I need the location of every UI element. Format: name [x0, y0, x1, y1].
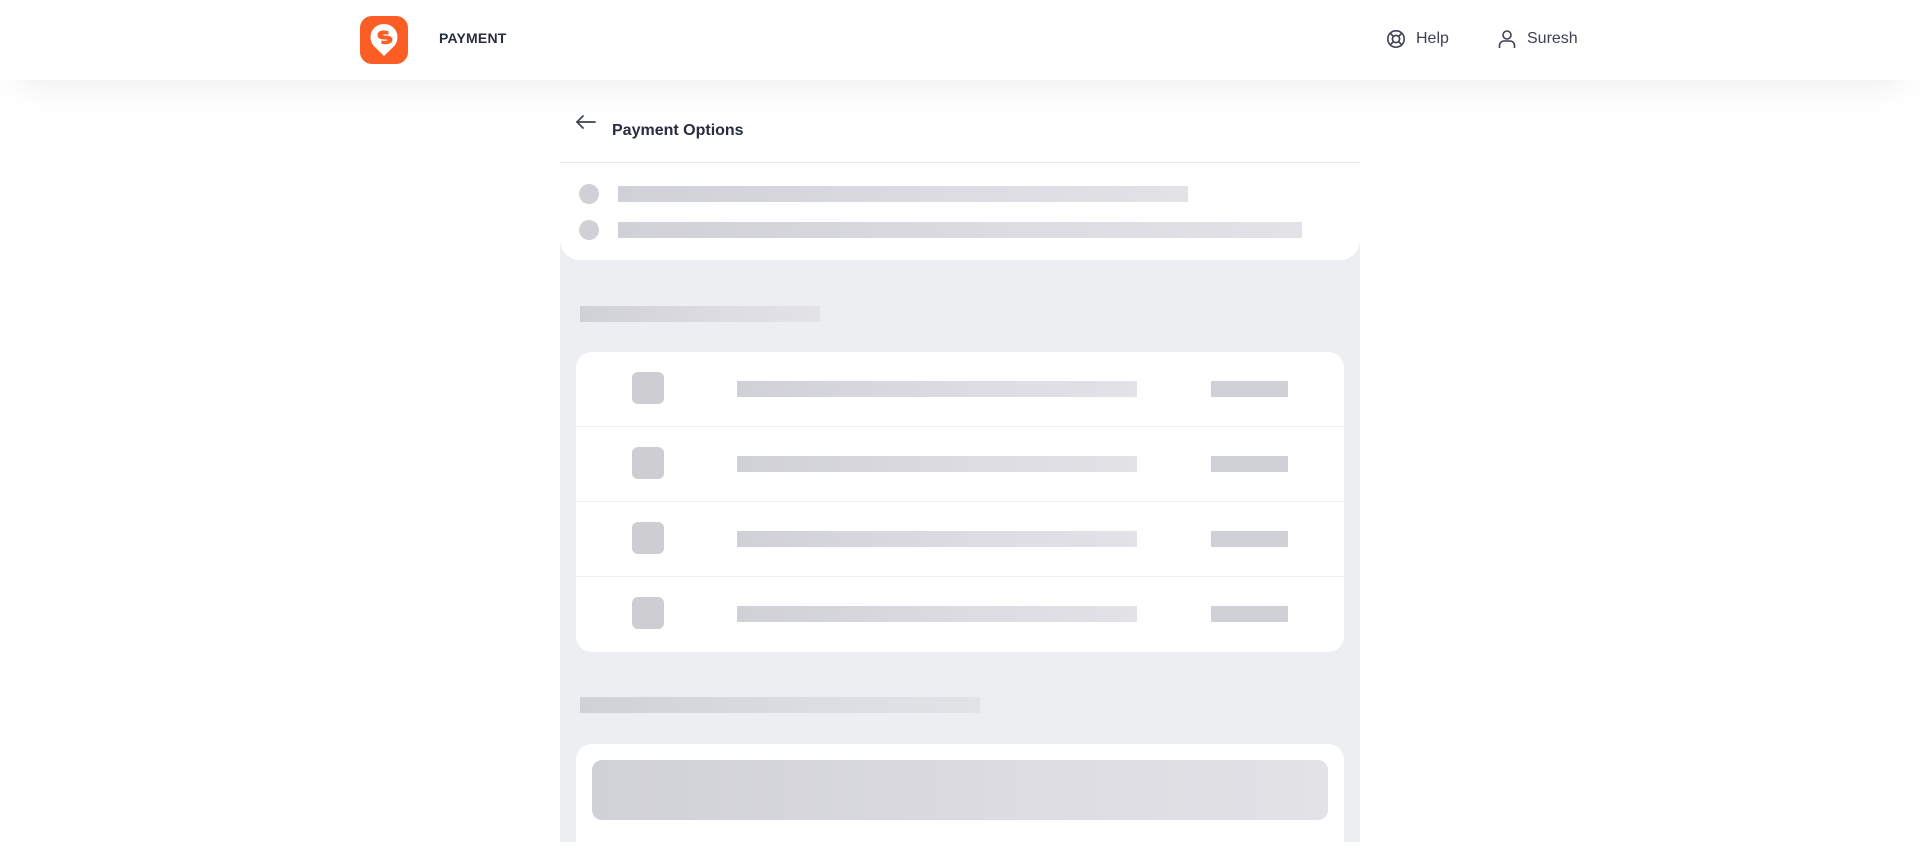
- skeleton-payment-row: [576, 502, 1344, 577]
- skeleton-payment-icon: [632, 372, 664, 404]
- skeleton-payment-action: [1211, 381, 1288, 397]
- skeleton-payment-action: [1211, 456, 1288, 472]
- skeleton-dot: [579, 220, 599, 240]
- skeleton-payment-row: [576, 352, 1344, 427]
- header-title: PAYMENT: [439, 30, 507, 46]
- payment-summary-card: Payment Options: [560, 80, 1360, 260]
- help-label: Help: [1416, 30, 1449, 47]
- skeleton-line: [618, 186, 1188, 202]
- skeleton-payment-action: [1211, 606, 1288, 622]
- skeleton-payment-row: [576, 427, 1344, 502]
- payment-options-panel: Payment Options: [560, 80, 1360, 864]
- user-name-label: Suresh: [1527, 30, 1578, 47]
- skeleton-payment-name: [737, 606, 1137, 622]
- skeleton-payment-name: [737, 531, 1137, 547]
- skeleton-payment-icon: [632, 522, 664, 554]
- lifebuoy-icon: [1386, 29, 1406, 49]
- page-title: Payment Options: [612, 122, 744, 139]
- skeleton-payment-icon: [632, 447, 664, 479]
- arrow-left-icon: [576, 115, 596, 129]
- back-button[interactable]: [574, 110, 598, 134]
- skeleton-payment-row: [576, 577, 1344, 652]
- skeleton-payment-name: [737, 381, 1137, 397]
- skeleton-line: [618, 222, 1302, 238]
- skeleton-payment-icon: [632, 597, 664, 629]
- page-heading-bar: Payment Options: [560, 80, 1360, 163]
- skeleton-dot: [579, 184, 599, 204]
- skeleton-bottom-card: [576, 744, 1344, 864]
- skeleton-payment-name: [737, 456, 1137, 472]
- skeleton-payment-block: [592, 760, 1328, 820]
- logo-glyph-icon: [370, 24, 398, 56]
- user-account-link[interactable]: Suresh: [1497, 29, 1578, 49]
- skeleton-payment-action: [1211, 531, 1288, 547]
- top-header: PAYMENT Help Suresh: [0, 0, 1920, 80]
- skeleton-section-heading: [580, 306, 820, 322]
- user-icon: [1497, 29, 1517, 49]
- payment-methods-skeleton-list: [576, 352, 1344, 652]
- swiggy-logo-icon[interactable]: [360, 16, 408, 64]
- help-link[interactable]: Help: [1386, 29, 1449, 49]
- skeleton-section-heading: [580, 697, 980, 713]
